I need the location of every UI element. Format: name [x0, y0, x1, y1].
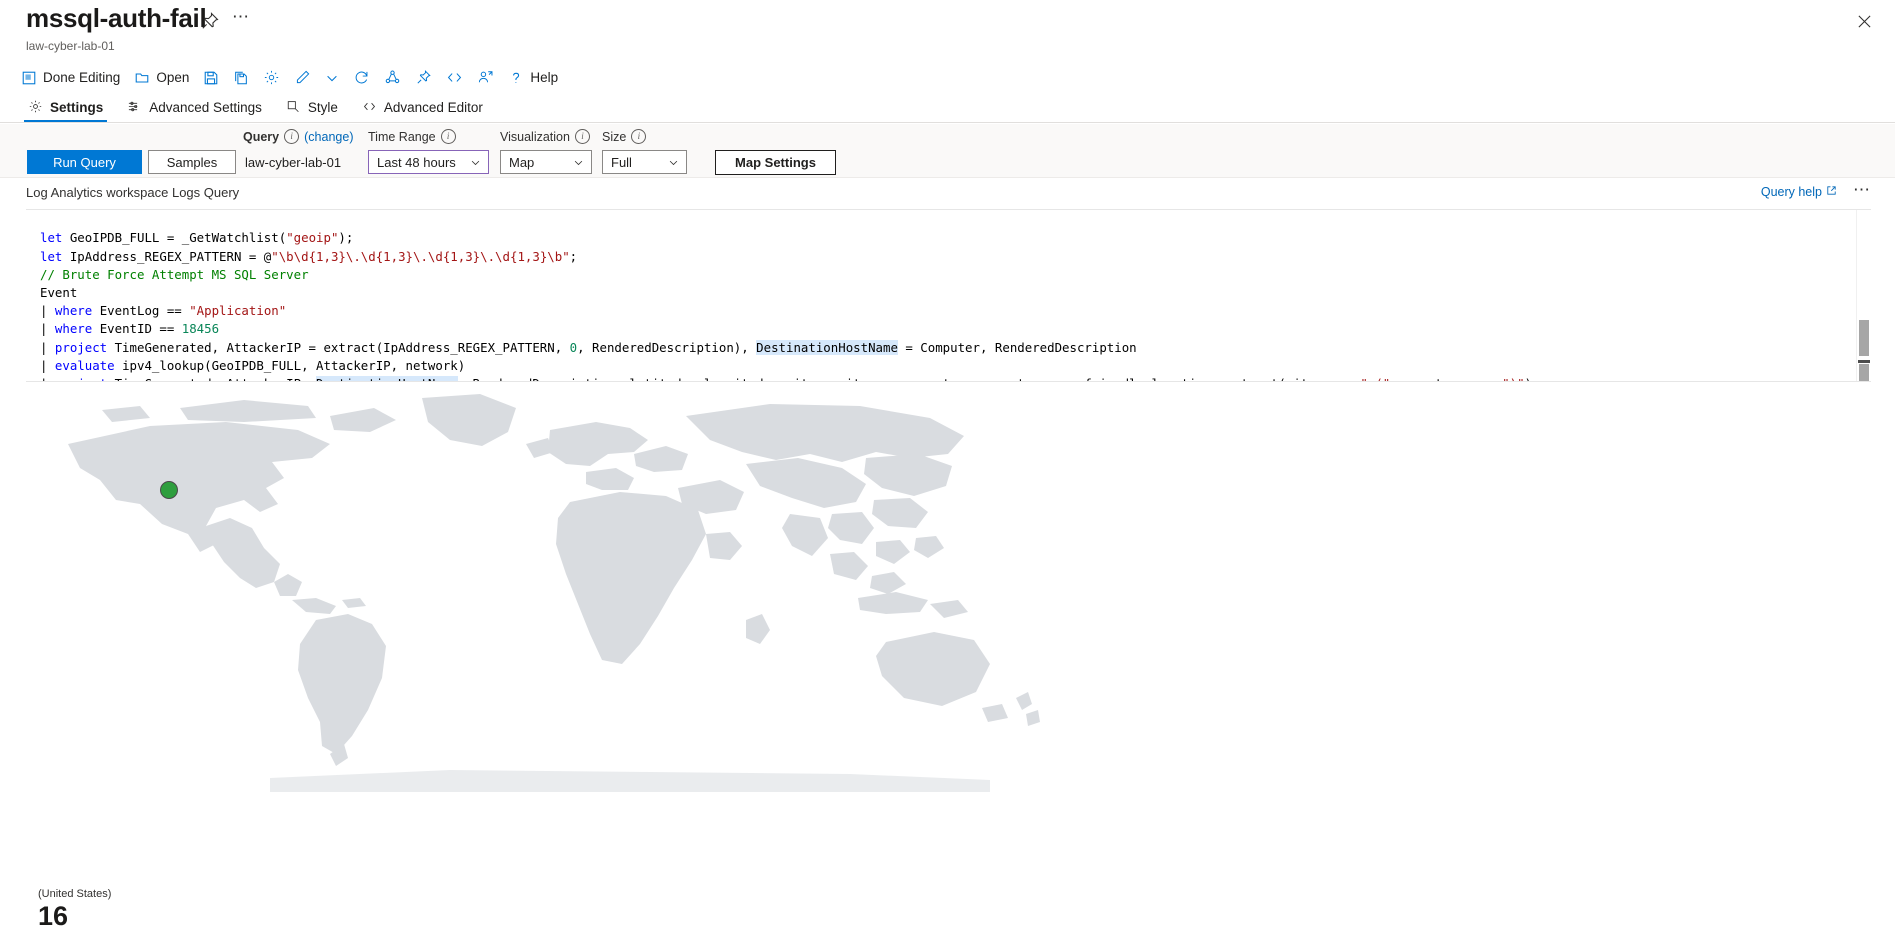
settings-gear-icon	[263, 69, 280, 86]
map-visualization[interactable]	[0, 392, 1895, 872]
time-range-info-icon[interactable]: i	[440, 129, 456, 144]
open-label: Open	[156, 70, 190, 85]
sliders-icon	[127, 99, 142, 117]
size-value: Full	[611, 154, 632, 170]
save-button[interactable]	[196, 64, 226, 92]
open-button[interactable]: Open	[127, 64, 196, 92]
size-select[interactable]: Full	[602, 150, 687, 174]
code-command-button[interactable]	[439, 64, 470, 92]
size-field-label: Size i	[602, 129, 647, 144]
edit-dropdown-button[interactable]	[318, 64, 346, 92]
help-button[interactable]: Help	[501, 64, 565, 92]
visualization-select[interactable]: Map	[500, 150, 592, 174]
visualization-info-icon[interactable]: i	[574, 129, 590, 144]
map-legend-caption: (United States)	[38, 888, 112, 900]
save-icon	[203, 70, 219, 86]
workspace-subtitle: law-cyber-lab-01	[26, 39, 115, 53]
editor-scroll-thumb[interactable]	[1859, 320, 1869, 356]
query-section-label: Log Analytics workspace Logs Query	[26, 185, 240, 200]
tab-settings[interactable]: Settings	[16, 93, 115, 122]
external-link-icon	[1826, 185, 1837, 199]
edit-pencil-icon	[294, 69, 311, 86]
close-icon[interactable]	[1851, 8, 1877, 34]
tab-bar: Settings Advanced Settings Style Advance…	[0, 93, 1895, 123]
query-editor-header: Log Analytics workspace Logs Query Query…	[0, 177, 1895, 209]
refresh-icon	[353, 69, 370, 86]
command-bar: Done Editing Open Help	[0, 62, 1895, 93]
workbook-page: mssql-auth-fail ⋯ law-cyber-lab-01 Done …	[0, 0, 1895, 931]
done-editing-label: Done Editing	[43, 70, 121, 85]
folder-open-icon	[134, 70, 150, 86]
done-editing-button[interactable]: Done Editing	[14, 64, 127, 92]
query-code-editor[interactable]: let GeoIPDB_FULL = _GetWatchlist("geoip"…	[26, 209, 1871, 382]
map-legend-value: 16	[38, 901, 69, 931]
size-info-icon[interactable]: i	[631, 129, 647, 144]
help-label: Help	[530, 70, 559, 85]
chevron-down-icon	[669, 160, 678, 165]
tab-advanced-editor[interactable]: Advanced Editor	[350, 93, 495, 122]
code-icon	[446, 69, 463, 86]
map-settings-button[interactable]: Map Settings	[715, 150, 836, 175]
chevron-down-icon	[471, 160, 480, 165]
refresh-button[interactable]	[346, 64, 377, 92]
query-label-text: Query	[243, 129, 280, 144]
pin-icon[interactable]	[200, 11, 220, 31]
share-icon	[384, 69, 401, 86]
query-field-label: Query i (change)	[243, 129, 353, 144]
share-button[interactable]	[377, 64, 408, 92]
assign-user-button[interactable]	[470, 64, 501, 92]
query-help-link[interactable]: Query help	[1761, 185, 1837, 199]
page-header: mssql-auth-fail ⋯ law-cyber-lab-01	[0, 0, 1895, 62]
map-marker[interactable]	[160, 481, 178, 499]
editor-scroll-marker	[1858, 360, 1870, 363]
query-more-icon[interactable]: ⋯	[1853, 181, 1871, 198]
assign-user-icon	[477, 69, 494, 86]
visualization-label-text: Visualization	[500, 129, 570, 144]
tab-settings-label: Settings	[50, 100, 104, 115]
save-as-icon	[233, 70, 249, 86]
query-change-link[interactable]: (change)	[304, 130, 353, 144]
editor-vertical-scrollbar[interactable]	[1856, 210, 1871, 381]
query-info-icon[interactable]: i	[284, 129, 300, 144]
help-question-icon	[508, 70, 524, 86]
time-range-label-text: Time Range	[368, 129, 436, 144]
visualization-field-label: Visualization i	[500, 129, 590, 144]
time-range-value: Last 48 hours	[377, 154, 456, 170]
pin-command-button[interactable]	[408, 64, 439, 92]
editor-scroll-thumb-lower[interactable]	[1859, 364, 1869, 381]
gear-icon	[28, 99, 43, 117]
size-label-text: Size	[602, 129, 627, 144]
tab-style[interactable]: Style	[274, 93, 350, 122]
code-icon	[362, 99, 377, 117]
query-help-label: Query help	[1760, 185, 1822, 199]
chevron-down-icon	[325, 71, 339, 85]
page-title: mssql-auth-fail	[26, 3, 207, 33]
save-as-button[interactable]	[226, 64, 256, 92]
query-code: let GeoIPDB_FULL = _GetWatchlist("geoip"…	[40, 229, 1539, 381]
tab-advanced-editor-label: Advanced Editor	[383, 100, 483, 115]
workspace-value: law-cyber-lab-01	[245, 155, 342, 170]
tab-advanced-settings-label: Advanced Settings	[149, 100, 262, 115]
settings-gear-button[interactable]	[256, 64, 287, 92]
edit-pencil-button[interactable]	[287, 64, 318, 92]
time-range-field-label: Time Range i	[368, 129, 456, 144]
visualization-value: Map	[509, 154, 535, 170]
header-more-icon[interactable]: ⋯	[232, 8, 250, 25]
tab-style-label: Style	[307, 100, 338, 115]
query-settings-strip: Query i (change) Time Range i Visualizat…	[0, 124, 1895, 178]
samples-button[interactable]: Samples	[148, 150, 236, 174]
style-icon	[286, 99, 301, 117]
chevron-down-icon	[574, 160, 583, 165]
tab-advanced-settings[interactable]: Advanced Settings	[115, 93, 274, 122]
run-query-button[interactable]: Run Query	[27, 150, 142, 174]
time-range-select[interactable]: Last 48 hours	[368, 150, 489, 174]
pin-icon	[415, 69, 432, 86]
world-map	[68, 394, 1040, 792]
map-legend: (United States) 16	[38, 888, 111, 932]
done-editing-icon	[21, 70, 37, 86]
